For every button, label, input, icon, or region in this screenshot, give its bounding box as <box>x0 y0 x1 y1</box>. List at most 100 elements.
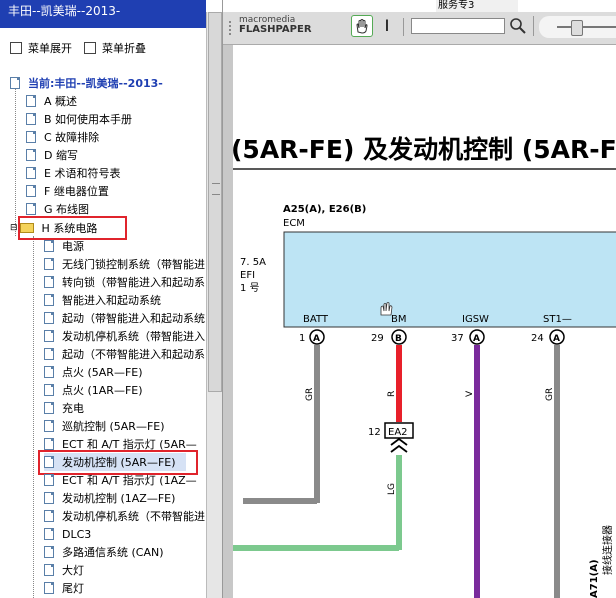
document-icon <box>44 312 54 324</box>
wire-label-lg: LG <box>387 483 397 495</box>
tree-item-label: A 概述 <box>44 95 78 108</box>
tree-subitem-label: 点火 (1AR—FE) <box>62 384 143 397</box>
wire-label-r: R <box>387 391 397 397</box>
document-icon <box>44 240 54 252</box>
connector-id: A25(A), E26(B) <box>283 204 366 215</box>
pin-number-37: 37 <box>451 333 464 344</box>
expand-all-button[interactable]: 菜单展开 <box>10 40 72 56</box>
flashpaper-logo: macromedia FLASHPAPER <box>239 15 312 35</box>
pin-number-24: 24 <box>531 333 544 344</box>
tree-subitem[interactable]: 点火 (5AR—FE) <box>44 363 143 381</box>
diagram-heading: (5AR-FE) 及发动机控制 (5AR-FE <box>233 135 616 164</box>
pin-name-st1: ST1— <box>543 314 572 325</box>
service-tag: 服务专​3 <box>436 0 518 12</box>
tree-subitem[interactable]: 多路通信系统 (CAN) <box>44 543 164 561</box>
tree-item[interactable]: B 如何使用本手册 <box>26 110 132 128</box>
document-icon <box>44 546 54 558</box>
pin-conn-37: A <box>473 334 480 344</box>
tree-item-label: B 如何使用本手册 <box>44 113 133 126</box>
tree-subitem-label: 充电 <box>62 402 84 415</box>
tree-subitem-label: ECT 和 A/T 指示灯 (1AZ— <box>62 474 197 487</box>
tree-item[interactable]: C 故障排除 <box>26 128 99 146</box>
text-select-tool-button[interactable]: I <box>381 17 393 37</box>
tree-item[interactable]: D 缩写 <box>26 146 78 164</box>
pin-name-batt: BATT <box>303 314 329 325</box>
document-icon <box>26 185 36 197</box>
tree-item[interactable]: A 概述 <box>26 92 77 110</box>
document-icon <box>44 258 54 270</box>
pin-number-1: 1 <box>299 333 305 344</box>
tree-subitem-label: 起动（不带智能进入和起动系 <box>62 348 205 361</box>
side-label-junction: 接线连接器 <box>601 525 614 575</box>
wire-label-v: V <box>465 390 475 397</box>
pin-conn-24: A <box>553 334 560 344</box>
tree-root[interactable]: 当前:丰田--凯美瑞--2013- <box>10 74 163 92</box>
document-icon <box>44 510 54 522</box>
hand-icon <box>356 19 368 34</box>
tree-scrollbar[interactable] <box>206 12 222 598</box>
tree-subitem[interactable]: 点火 (1AR—FE) <box>44 381 143 399</box>
document-icon <box>44 474 54 486</box>
panel-title-bar: 丰田--凯美瑞--2013- <box>0 0 206 28</box>
expand-all-label: 菜单展开 <box>28 42 72 55</box>
document-icon <box>44 384 54 396</box>
tree-subitem[interactable]: 发动机停机系统（带智能进入 <box>44 327 205 345</box>
toolbar-divider <box>403 18 404 36</box>
tree-subitem[interactable]: 转向锁（带智能进入和起动系 <box>44 273 205 291</box>
tree-subitem-label: 发动机控制 (1AZ—FE) <box>62 492 176 505</box>
document-icon <box>26 203 36 215</box>
document-icon <box>44 402 54 414</box>
hand-tool-button[interactable] <box>351 15 373 37</box>
pin-name-igsw: IGSW <box>462 314 489 325</box>
document-icon <box>26 131 36 143</box>
tree-item-label: F 继电器位置 <box>44 185 109 198</box>
document-icon <box>44 366 54 378</box>
tree-subitem-label: DLC3 <box>62 527 92 541</box>
collapse-all-button[interactable]: 菜单折叠 <box>84 40 146 56</box>
ea2-label: EA2 <box>388 427 408 438</box>
tree-subitem[interactable]: ECT 和 A/T 指示灯 (1AZ— <box>44 471 197 489</box>
tree-subitem-label: 巡航控制 (5AR—FE) <box>62 420 165 433</box>
document-icon <box>44 420 54 432</box>
zoom-track <box>557 26 616 28</box>
tree-subitem[interactable]: 充电 <box>44 399 84 417</box>
pin-number-29: 29 <box>371 333 384 344</box>
tree-subitem[interactable]: 发动机控制 (1AZ—FE) <box>44 489 175 507</box>
document-icon <box>44 330 54 342</box>
tree-subitem[interactable]: 尾灯 <box>44 579 84 597</box>
tree-subitem[interactable]: 起动（不带智能进入和起动系 <box>44 345 205 363</box>
document-icon <box>44 564 54 576</box>
zoom-thumb[interactable] <box>571 20 583 36</box>
collapse-toggle-icon[interactable]: ⊟ <box>10 223 18 233</box>
scrollbar-thumb[interactable] <box>208 12 222 392</box>
tree-subitem[interactable]: 发动机停机系统（不带智能进 <box>44 507 205 525</box>
tree-subitem[interactable]: 起动（带智能进入和起动系统 <box>44 309 205 327</box>
search-button[interactable] <box>509 17 527 35</box>
tree-subitem-label: 无线门锁控制系统（带智能进 <box>62 258 205 271</box>
expand-icon <box>10 42 22 54</box>
tree-subitem-label: 大灯 <box>62 564 84 577</box>
logo-bottom: FLASHPAPER <box>239 24 312 35</box>
tree-item-label: C 故障排除 <box>44 131 100 144</box>
tree-subitem-label: 点火 (5AR—FE) <box>62 366 143 379</box>
tree-subitem[interactable]: 电源 <box>44 237 84 255</box>
pin-name-bm: BM <box>391 314 407 325</box>
tree-subitem-label: 起动（带智能进入和起动系统 <box>62 312 205 325</box>
wiring-diagram: (5AR-FE) 及发动机控制 (5AR-FE A25(A), E26(B) E… <box>233 135 616 598</box>
search-input[interactable] <box>411 18 505 34</box>
tree-guide <box>15 86 16 236</box>
connector-chevron-icon <box>390 437 408 453</box>
tree-item[interactable]: E 术语和符号表 <box>26 164 120 182</box>
tree-subitem[interactable]: 巡航控制 (5AR—FE) <box>44 417 165 435</box>
tree-subitem[interactable]: 智能进入和起动系统 <box>44 291 161 309</box>
tree-subitem[interactable]: 大灯 <box>44 561 84 579</box>
tree-item[interactable]: F 继电器位置 <box>26 182 109 200</box>
tree-subitem[interactable]: 无线门锁控制系统（带智能进 <box>44 255 205 273</box>
document-icon <box>44 294 54 306</box>
tree-root-label: 当前:丰田--凯美瑞--2013- <box>28 77 163 90</box>
zoom-slider[interactable] <box>539 16 616 38</box>
tree-subitem[interactable]: DLC3 <box>44 525 91 543</box>
document-icon <box>44 528 54 540</box>
tree-guide <box>33 236 34 598</box>
document-icon <box>44 492 54 504</box>
